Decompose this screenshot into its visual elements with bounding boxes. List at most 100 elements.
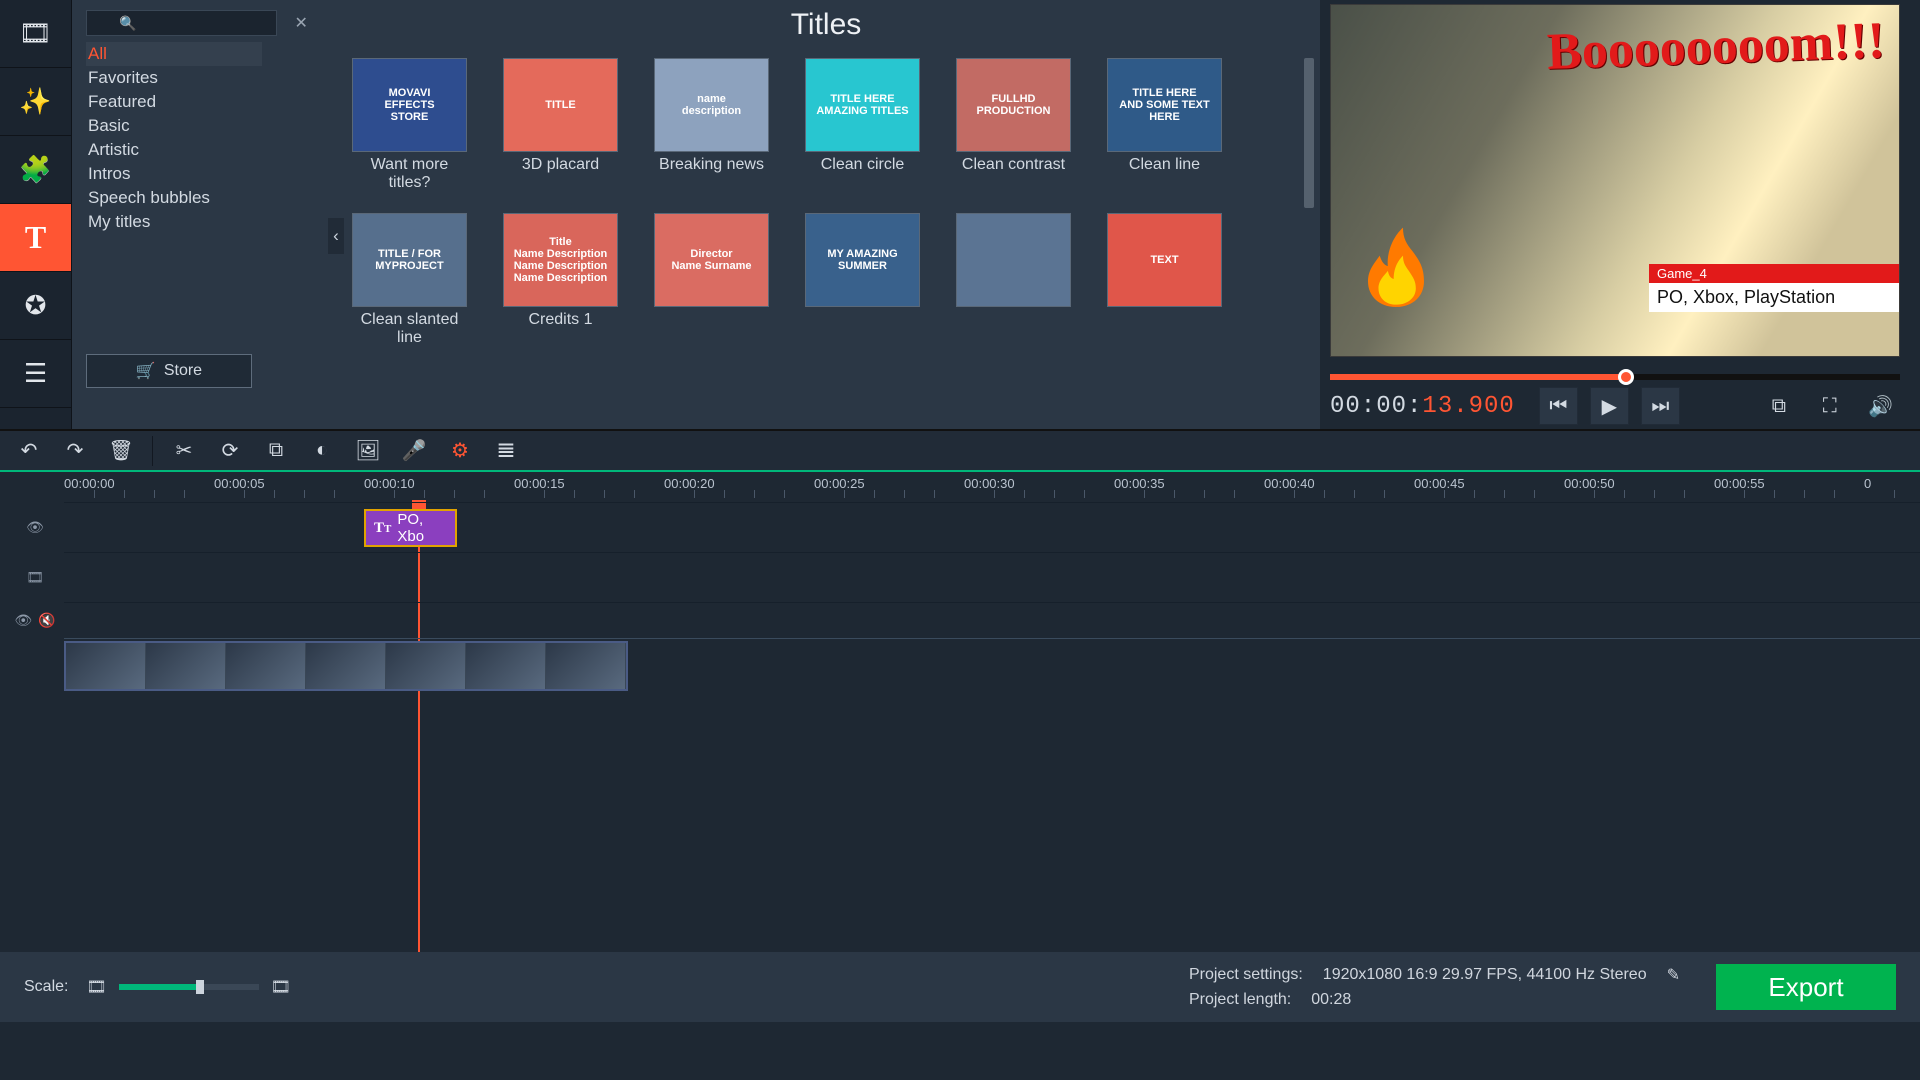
tile-thumb: Title Name Description Name Description …	[503, 213, 618, 307]
wand-icon: ✨	[19, 86, 51, 117]
volume-button[interactable]: 🔊	[1861, 387, 1900, 425]
audio-track[interactable]: 👁🔇	[64, 602, 1920, 638]
play-icon: ▶	[1602, 394, 1617, 419]
zoom-out-icon[interactable]: 🎞	[86, 977, 106, 997]
search-clear-button[interactable]: ✕	[294, 13, 307, 33]
title-tiles-grid: MOVAVI EFFECTS STOREWant more titles? TIT…	[332, 52, 1320, 348]
video-clip-thumb	[306, 643, 386, 689]
title-tile[interactable]: TEXT	[1107, 213, 1222, 348]
play-button[interactable]: ▶	[1590, 387, 1629, 425]
category-item-my-titles[interactable]: My titles	[86, 210, 262, 234]
stickers-tab[interactable]: ✪	[0, 272, 71, 340]
video-clip-thumb	[546, 643, 626, 689]
ruler-tick: 00:00:00	[64, 476, 115, 491]
next-frame-button[interactable]: ⏭	[1641, 387, 1680, 425]
eye-icon[interactable]: 👁	[26, 519, 44, 536]
search-input[interactable]	[86, 10, 277, 36]
tile-label: Clean contrast	[962, 156, 1065, 174]
edit-settings-button[interactable]: ✎	[1667, 965, 1680, 985]
transitions-tab[interactable]: 🧩	[0, 136, 71, 204]
title-tile[interactable]: Director Name Surname	[654, 213, 769, 348]
preview-progress[interactable]	[1330, 371, 1900, 383]
title-tile[interactable]	[956, 213, 1071, 348]
browser-scrollbar[interactable]	[1304, 58, 1314, 208]
redo-button[interactable]: ↷	[54, 432, 96, 470]
text-icon: T	[25, 219, 46, 256]
category-item-artistic[interactable]: Artistic	[86, 138, 262, 162]
filters-tab[interactable]: ✨	[0, 68, 71, 136]
category-item-all[interactable]: All	[86, 42, 262, 66]
ruler-tick: 00:00:40	[1264, 476, 1315, 491]
ruler-tick: 00:00:55	[1714, 476, 1765, 491]
overlay-track[interactable]: 🎞	[64, 552, 1920, 602]
title-tile[interactable]: TITLE3D placard	[503, 58, 618, 193]
undo-button[interactable]: ↶	[8, 432, 50, 470]
tile-thumb: TITLE	[503, 58, 618, 152]
equalizer-button[interactable]: 𝌆	[485, 432, 527, 470]
title-tile[interactable]: FULLHD PRODUCTIONClean contrast	[956, 58, 1071, 193]
store-label: Store	[164, 362, 202, 380]
title-tile[interactable]: Title Name Description Name Description …	[503, 213, 618, 348]
eye-icon-2[interactable]: 👁	[14, 612, 32, 629]
film-icon: 🎞	[19, 18, 52, 49]
tile-label: Credits 1	[528, 311, 592, 329]
export-button[interactable]: Export	[1716, 964, 1896, 1010]
redo-icon: ↷	[67, 438, 84, 463]
category-item-speech-bubbles[interactable]: Speech bubbles	[86, 186, 262, 210]
title-tile[interactable]: TITLE / FOR MYPROJECTClean slanted line	[352, 213, 467, 348]
more-tab[interactable]: ☰	[0, 340, 71, 408]
trash-icon: 🗑	[108, 438, 133, 463]
category-item-basic[interactable]: Basic	[86, 114, 262, 138]
tile-label: Clean slanted line	[352, 311, 467, 348]
preview-panel: Boooooooom!!! Game_4 PO, Xbox, PlayStati…	[1320, 0, 1920, 429]
skip-forward-icon: ⏭	[1651, 395, 1669, 418]
timeline-ruler[interactable]: 00:00:0000:00:0500:00:1000:00:1500:00:20…	[64, 472, 1920, 502]
mic-record-button[interactable]: 🎤	[393, 432, 435, 470]
store-button[interactable]: 🛒 Store	[86, 354, 252, 388]
panel-title: Titles	[332, 8, 1320, 52]
title-tile[interactable]: TITLE HERE AND SOME TEXT HEREClean line	[1107, 58, 1222, 193]
cart-icon: 🛒	[136, 361, 156, 381]
scale-control[interactable]: 🎞 🎞	[86, 977, 291, 997]
timecode-display: 00:00: 13.900	[1330, 393, 1515, 420]
tile-thumb	[956, 213, 1071, 307]
overlay-button[interactable]: 🖼	[347, 432, 389, 470]
video-track[interactable]	[64, 638, 1920, 694]
titles-tab[interactable]: T	[0, 204, 71, 272]
collapse-sidebar-handle[interactable]: ‹	[328, 218, 344, 254]
rotate-button[interactable]: ⟳	[209, 432, 251, 470]
fullscreen-button[interactable]: ⛶	[1810, 387, 1849, 425]
clip-properties-button[interactable]: ⚙	[439, 432, 481, 470]
mute-icon[interactable]: 🔇	[38, 612, 55, 629]
prev-frame-button[interactable]: ⏮	[1539, 387, 1578, 425]
title-tile[interactable]: MY AMAZING SUMMER	[805, 213, 920, 348]
title-clip-icon: TT	[374, 520, 391, 537]
detach-preview-button[interactable]: ⧉	[1759, 387, 1798, 425]
crop-button[interactable]: ⧉	[255, 432, 297, 470]
crop-icon: ⧉	[269, 439, 283, 462]
category-item-intros[interactable]: Intros	[86, 162, 262, 186]
titles-track[interactable]: 👁 TT PO, Xbo	[64, 502, 1920, 552]
ruler-tick: 00:00:20	[664, 476, 715, 491]
title-tile[interactable]: MOVAVI EFFECTS STOREWant more titles?	[352, 58, 467, 193]
delete-button[interactable]: 🗑	[100, 432, 142, 470]
category-item-featured[interactable]: Featured	[86, 90, 262, 114]
film-small-icon: 🎞	[26, 569, 44, 586]
media-import-tab[interactable]: 🎞	[0, 0, 71, 68]
color-button[interactable]: ◐	[301, 432, 343, 470]
flame-sticker	[1361, 216, 1431, 306]
titles-browser: 🔍 ✕ AllFavoritesFeaturedBasicArtisticInt…	[72, 0, 1320, 429]
category-item-favorites[interactable]: Favorites	[86, 66, 262, 90]
ruler-tick: 0	[1864, 476, 1871, 491]
skip-back-icon: ⏮	[1549, 395, 1567, 418]
volume-icon: 🔊	[1868, 394, 1893, 419]
preview-video[interactable]: Boooooooom!!! Game_4 PO, Xbox, PlayStati…	[1330, 4, 1900, 357]
video-clip-group[interactable]	[64, 641, 628, 691]
lower-third: Game_4 PO, Xbox, PlayStation	[1649, 264, 1899, 312]
title-tile[interactable]: name descriptionBreaking news	[654, 58, 769, 193]
zoom-in-icon[interactable]: 🎞	[271, 977, 291, 997]
cut-button[interactable]: ✂	[163, 432, 205, 470]
title-clip[interactable]: TT PO, Xbo	[364, 509, 457, 547]
tile-thumb: TITLE HERE AMAZING TITLES	[805, 58, 920, 152]
title-tile[interactable]: TITLE HERE AMAZING TITLESClean circle	[805, 58, 920, 193]
